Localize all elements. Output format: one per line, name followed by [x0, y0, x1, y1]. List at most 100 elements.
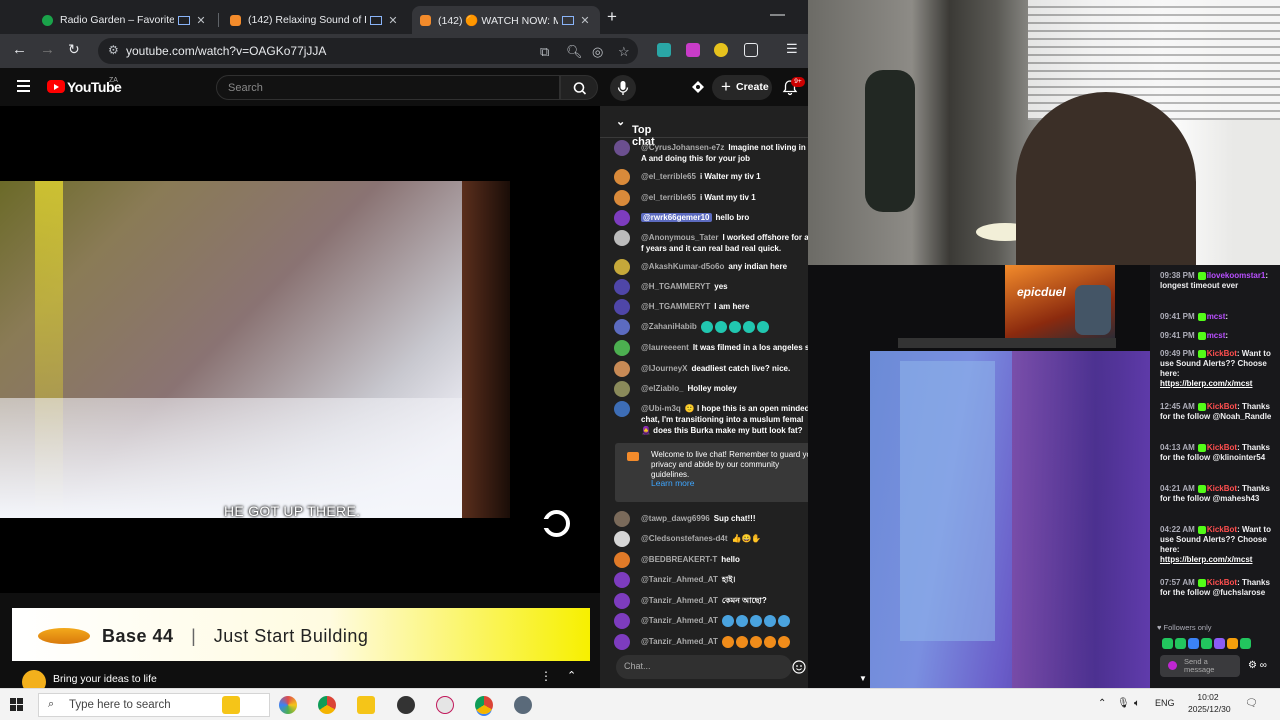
- chat-avatar[interactable]: [614, 279, 630, 295]
- stream-chat-username[interactable]: KickBot: [1207, 578, 1237, 587]
- chrome-icon[interactable]: [318, 696, 336, 714]
- windows-start-icon[interactable]: [10, 698, 24, 712]
- chat-username[interactable]: @Ubi-m3q: [641, 404, 681, 413]
- emote-bar[interactable]: [1162, 636, 1278, 649]
- site-info-icon[interactable]: ⚙: [108, 43, 119, 57]
- collapse-chevron-icon[interactable]: ⌃: [567, 669, 576, 682]
- chat-avatar[interactable]: [614, 552, 630, 568]
- app-icon[interactable]: [514, 696, 532, 714]
- chat-avatar[interactable]: [614, 572, 630, 588]
- eye-off-icon[interactable]: ◎: [592, 44, 603, 60]
- bookmark-star-icon[interactable]: ☆: [618, 44, 630, 60]
- chat-avatar[interactable]: [614, 531, 630, 547]
- video-player[interactable]: HE GOT UP THERE.: [0, 106, 600, 593]
- extension-icon[interactable]: [657, 43, 671, 57]
- chrome-active-icon[interactable]: [475, 696, 493, 714]
- reload-icon[interactable]: ↻: [68, 41, 80, 58]
- learn-more-link[interactable]: Learn more: [651, 478, 694, 488]
- snipping-tool-icon[interactable]: [436, 696, 454, 714]
- tab-close-icon[interactable]: ✕: [578, 14, 592, 27]
- chat-username[interactable]: @el_terrible65: [641, 193, 696, 202]
- forward-arrow-icon[interactable]: →: [40, 41, 55, 58]
- extensions-puzzle-icon[interactable]: [744, 43, 758, 57]
- chat-avatar[interactable]: [614, 361, 630, 377]
- epicduel-banner[interactable]: epicduel: [1005, 265, 1115, 345]
- chat-settings-icon[interactable]: ⚙ ∞: [1248, 660, 1267, 671]
- copilot-icon[interactable]: [279, 696, 297, 714]
- extension-icon[interactable]: [714, 43, 728, 57]
- install-app-icon[interactable]: ⧉: [540, 44, 549, 60]
- stream-chat-username[interactable]: mcst: [1207, 331, 1226, 340]
- chat-avatar[interactable]: [614, 230, 630, 246]
- chat-username[interactable]: @AkashKumar-d5o6o: [641, 262, 724, 271]
- extension-icon[interactable]: [686, 43, 700, 57]
- chat-avatar[interactable]: [614, 613, 630, 629]
- search-button[interactable]: [560, 75, 598, 100]
- chat-mode-label[interactable]: Top chat ⌄: [616, 115, 655, 148]
- chat-avatar[interactable]: [614, 299, 630, 315]
- chat-username[interactable]: @Anonymous_Tater: [641, 233, 718, 242]
- search-input[interactable]: Search: [216, 75, 560, 100]
- back-arrow-icon[interactable]: ←: [12, 41, 27, 58]
- ad-headline[interactable]: Bring your ideas to life: [53, 673, 157, 685]
- address-bar[interactable]: ⚙ youtube.com/watch?v=OAGKo77jJJA ⧉ 🔍︎ ◎…: [98, 38, 638, 64]
- stream-chat-username[interactable]: KickBot: [1207, 402, 1237, 411]
- chat-username[interactable]: @Tanzir_Ahmed_AT: [641, 637, 718, 646]
- menu-icon[interactable]: [17, 80, 30, 95]
- chat-username[interactable]: @H_TGAMMERYT: [641, 282, 710, 291]
- chat-username[interactable]: @CyrusJohansen-e7z: [641, 143, 724, 152]
- chat-avatar[interactable]: [614, 319, 630, 335]
- tab-relaxing-sound[interactable]: (142) Relaxing Sound of Ra ✕: [222, 6, 408, 34]
- file-explorer-icon[interactable]: [357, 696, 375, 714]
- webcam-feed[interactable]: [808, 0, 1280, 265]
- chat-username[interactable]: @rwrk66gemer10: [641, 213, 712, 222]
- chat-username[interactable]: @lJourneyX: [641, 364, 687, 373]
- stream-chat-link[interactable]: https://blerp.com/x/mcst: [1160, 555, 1252, 564]
- chat-avatar[interactable]: [614, 340, 630, 356]
- tab-radio-garden[interactable]: Radio Garden – Favorites ✕: [34, 6, 216, 34]
- stream-chat-username[interactable]: KickBot: [1207, 484, 1237, 493]
- ad-banner[interactable]: Base 44 | Just Start Building: [12, 608, 590, 661]
- chat-username[interactable]: @ZahaniHabib: [641, 322, 697, 331]
- chat-avatar[interactable]: [614, 169, 630, 185]
- cast-activity-icon[interactable]: [690, 79, 706, 95]
- scroll-down-arrow-icon[interactable]: ▼: [859, 674, 867, 683]
- chat-avatar[interactable]: [614, 140, 630, 156]
- stream-chat-username[interactable]: KickBot: [1207, 525, 1237, 534]
- chat-header[interactable]: Top chat ⌄: [600, 106, 808, 148]
- create-button[interactable]: Create: [712, 75, 772, 100]
- stream-chat-link[interactable]: https://blerp.com/x/mcst: [1160, 379, 1252, 388]
- chat-username[interactable]: @Cledsonstefanes-d4t: [641, 534, 727, 543]
- tab-watch-now[interactable]: (142) 🟠 WATCH NOW: Mo ✕: [412, 6, 600, 34]
- tab-close-icon[interactable]: ✕: [194, 14, 208, 27]
- chat-username[interactable]: @tawp_dawg6996: [641, 514, 710, 523]
- stream-chat-username[interactable]: mcst: [1207, 312, 1226, 321]
- stream-chat-username[interactable]: KickBot: [1207, 443, 1237, 452]
- send-message-input[interactable]: Send a message: [1160, 655, 1240, 677]
- chat-username[interactable]: @elZiablo_: [641, 384, 683, 393]
- video-frame[interactable]: [0, 181, 510, 518]
- chat-username[interactable]: @H_TGAMMERYT: [641, 302, 710, 311]
- emoji-icon[interactable]: [792, 660, 806, 674]
- stream-chat-username[interactable]: ilovekoomstar1: [1207, 271, 1266, 280]
- reading-list-icon[interactable]: ☰: [786, 41, 798, 57]
- chat-username[interactable]: @BEDBREAKERT-T: [641, 555, 717, 564]
- clock[interactable]: 10:02 2025/12/30: [1188, 691, 1231, 715]
- chat-username[interactable]: @laureeeent: [641, 343, 689, 352]
- widgets-icon[interactable]: [222, 696, 240, 714]
- chat-avatar[interactable]: [614, 259, 630, 275]
- minimize-button[interactable]: —: [770, 6, 785, 23]
- chat-avatar[interactable]: [614, 634, 630, 650]
- chat-username[interactable]: @Tanzir_Ahmed_AT: [641, 575, 718, 584]
- chat-input[interactable]: Chat...: [616, 655, 806, 679]
- tray-overflow-icon[interactable]: ⌃: [1098, 698, 1106, 709]
- voice-search-button[interactable]: [610, 75, 636, 101]
- chat-username[interactable]: @el_terrible65: [641, 172, 696, 181]
- chat-username[interactable]: @Tanzir_Ahmed_AT: [641, 596, 718, 605]
- notifications-icon[interactable]: 🗨︎: [1245, 698, 1258, 709]
- zoom-icon[interactable]: 🔍︎: [566, 44, 583, 60]
- chat-avatar[interactable]: [614, 401, 630, 417]
- more-options-icon[interactable]: ⋮: [540, 669, 552, 683]
- stream-video[interactable]: [870, 351, 1151, 688]
- chat-username[interactable]: @Tanzir_Ahmed_AT: [641, 616, 718, 625]
